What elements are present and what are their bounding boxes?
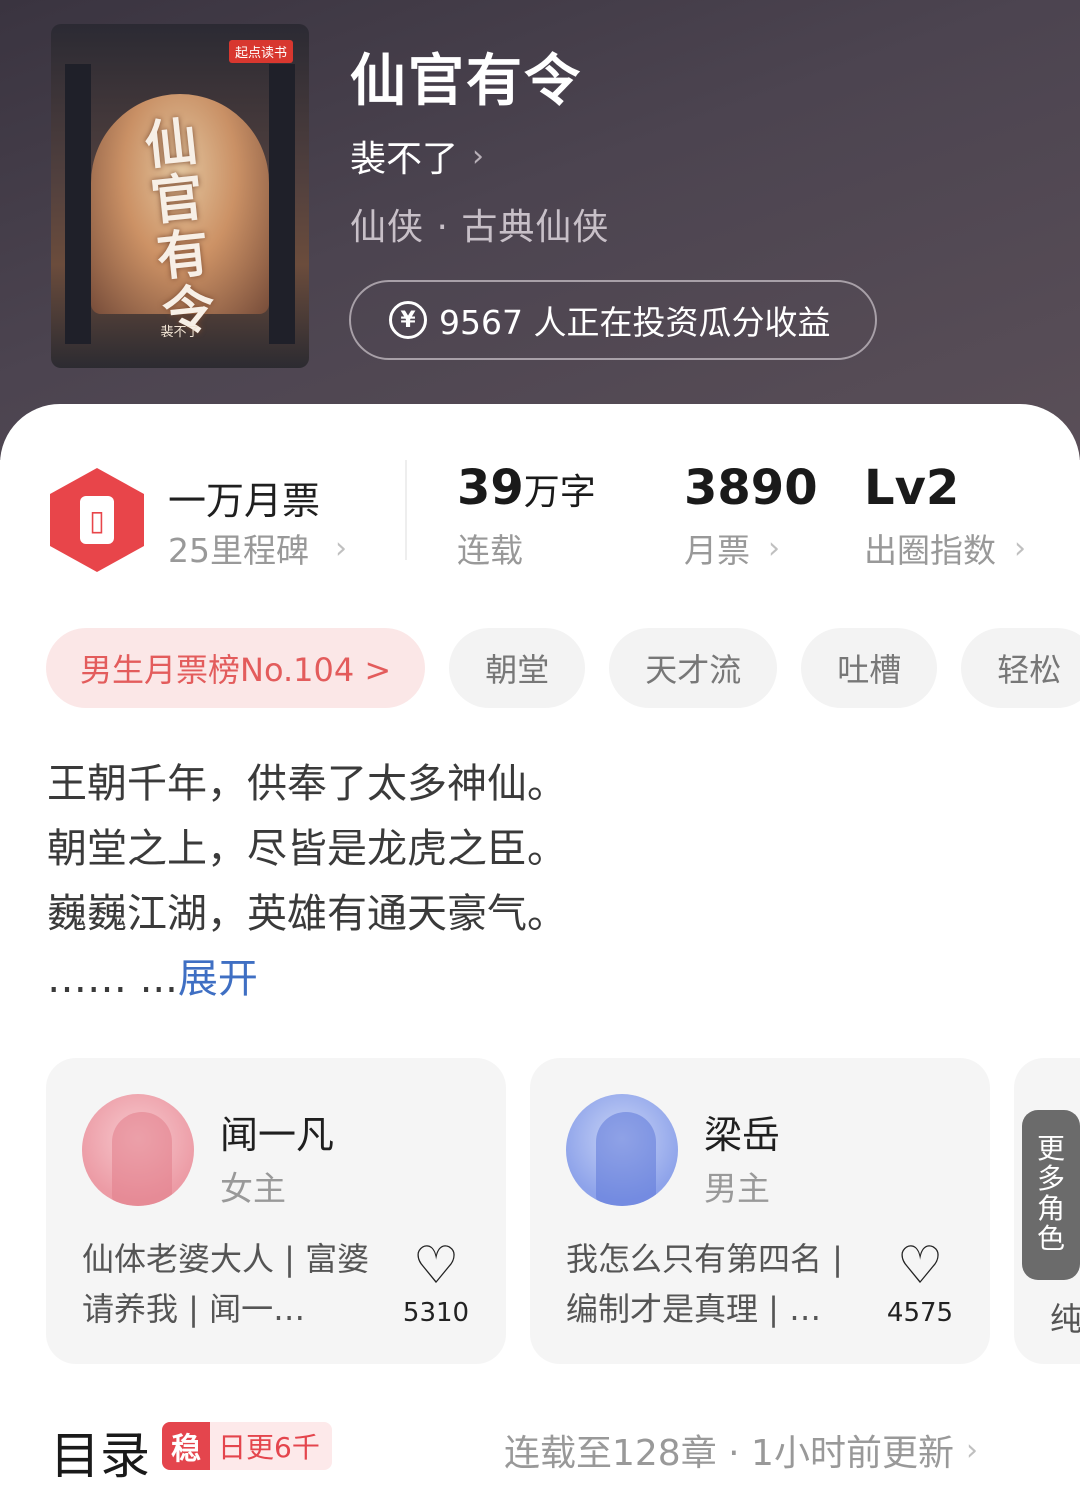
synopsis-line: 朝堂之上，尽皆是龙虎之臣。 <box>47 826 567 872</box>
chevron-right-icon: › <box>768 530 780 566</box>
author-link[interactable]: 裴不了 › <box>350 130 484 182</box>
chevron-right-icon: › <box>1014 530 1026 566</box>
serial-status: 连载至128章 · 1小时前更新 <box>504 1433 954 1474</box>
table-of-contents-row[interactable]: 目录 稳 日更6千 连载至128章 · 1小时前更新 › <box>0 1410 1080 1490</box>
divider <box>405 460 407 560</box>
popularity-index-label: 出圈指数 <box>864 531 996 570</box>
character-name: 梁岳 <box>704 1113 781 1157</box>
chevron-right-icon: › <box>335 530 347 566</box>
milestone-link[interactable]: 25里程碑 › <box>168 524 347 572</box>
avatar <box>566 1094 678 1206</box>
avatar-silhouette <box>112 1112 172 1206</box>
milestone-sub-label: 25里程碑 <box>168 531 309 570</box>
character-desc: 我怎么只有第四名 | 编制才是真理 | … <box>566 1240 843 1328</box>
synopsis-line: …… ...展开 <box>47 947 1027 1012</box>
heart-icon: ♡ <box>412 1236 460 1296</box>
book-cover[interactable]: 起点读书 仙官有令 裴不了 <box>51 24 309 368</box>
monthly-ticket-label: 月票 <box>684 531 750 570</box>
synopsis-line: 王朝千年，供奉了太多神仙。 <box>47 761 567 807</box>
synopsis: 王朝千年，供奉了太多神仙。 朝堂之上，尽皆是龙虎之臣。 巍巍江湖，英雄有通天豪气… <box>47 752 1027 1012</box>
tag-row: 男生月票榜No.104 > 朝堂 天才流 吐槽 轻松 <box>46 628 1080 710</box>
character-list: 闻一凡 女主 仙体老婆大人 | 富婆请养我 | 闻一… ♡ 5310 梁岳 男主… <box>46 1058 1080 1364</box>
more-characters-card[interactable]: 更多角色 纯 <box>1014 1058 1080 1364</box>
cover-title-art: 仙官有令 <box>142 110 218 345</box>
toc-title: 目录 <box>50 1427 150 1485</box>
toc-status: 连载至128章 · 1小时前更新 › <box>504 1424 978 1476</box>
avatar-silhouette <box>596 1112 656 1206</box>
monthly-ticket-badge-icon[interactable]: ▯ <box>50 468 144 572</box>
word-count-label: 连载 <box>457 531 523 570</box>
tag-item[interactable]: 轻松 <box>961 628 1080 708</box>
milestone-title: 一万月票 <box>168 479 321 523</box>
more-roles-button[interactable]: 更多角色 <box>1022 1110 1080 1280</box>
like-button[interactable]: ♡ 5310 <box>400 1238 472 1328</box>
tag-rank[interactable]: 男生月票榜No.104 > <box>46 628 426 708</box>
character-card[interactable]: 闻一凡 女主 仙体老婆大人 | 富婆请养我 | 闻一… ♡ 5310 <box>46 1058 506 1364</box>
tag-item[interactable]: 朝堂 <box>449 628 586 708</box>
popularity-index-value: Lv2 <box>864 460 960 516</box>
like-button[interactable]: ♡ 4575 <box>884 1238 956 1328</box>
chevron-right-icon: › <box>965 1432 978 1468</box>
book-title: 仙官有令 <box>350 48 582 114</box>
like-count: 4575 <box>886 1298 954 1328</box>
word-count-stat: 39万字 连载 <box>457 460 596 572</box>
yen-coin-icon: ¥ <box>389 301 427 339</box>
monthly-ticket-value: 3890 <box>684 460 818 516</box>
cover-author-mark: 裴不了 <box>160 325 200 340</box>
character-card[interactable]: 梁岳 男主 我怎么只有第四名 | 编制才是真理 | … ♡ 4575 <box>530 1058 990 1364</box>
character-desc-peek: 纯 <box>1050 1300 1080 1338</box>
character-role: 女主 <box>220 1169 286 1208</box>
like-count: 5310 <box>402 1298 470 1328</box>
daily-update-label: 日更6千 <box>218 1431 320 1464</box>
stats-row: ▯ 一万月票 25里程碑 › 39万字 连载 3890 月票 › Lv2 出圈指… <box>0 460 1080 590</box>
stable-update-icon: 稳 <box>162 1422 210 1470</box>
character-desc: 仙体老婆大人 | 富婆请养我 | 闻一… <box>82 1240 370 1328</box>
popularity-index-stat[interactable]: Lv2 出圈指数 › <box>864 460 1026 572</box>
invest-text: 9567 人正在投资瓜分收益 <box>439 303 831 342</box>
book-genre: 仙侠 · 古典仙侠 <box>350 207 610 248</box>
synopsis-line: 巍巍江湖，英雄有通天豪气。 <box>47 891 567 937</box>
ticket-icon: ▯ <box>80 496 114 544</box>
avatar <box>82 1094 194 1206</box>
tag-item[interactable]: 吐槽 <box>801 628 938 708</box>
character-role: 男主 <box>704 1169 770 1208</box>
update-badge: 稳 日更6千 <box>162 1422 332 1470</box>
tag-item[interactable]: 天才流 <box>609 628 778 708</box>
word-count-value: 39 <box>457 460 524 516</box>
synopsis-ellipsis: …… ... <box>47 956 178 1002</box>
cover-publisher-logo: 起点读书 <box>228 40 293 63</box>
author-name: 裴不了 <box>350 139 459 180</box>
heart-icon: ♡ <box>896 1236 944 1296</box>
chevron-right-icon: › <box>472 138 485 174</box>
character-name: 闻一凡 <box>220 1113 335 1157</box>
expand-link[interactable]: 展开 <box>178 956 258 1002</box>
invest-button[interactable]: ¥ 9567 人正在投资瓜分收益 <box>349 280 877 360</box>
word-count-unit: 万字 <box>523 472 596 513</box>
monthly-ticket-stat[interactable]: 3890 月票 › <box>684 460 818 572</box>
